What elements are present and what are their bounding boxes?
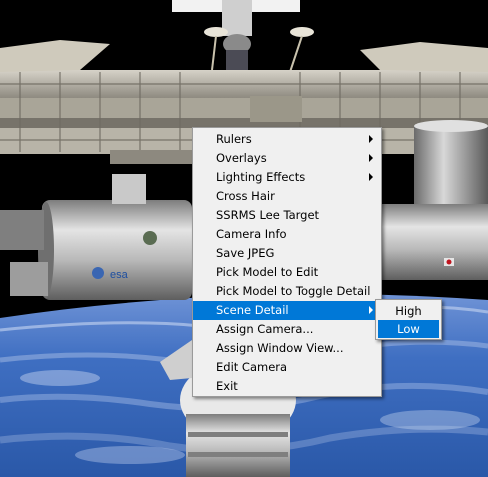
menu-item-label: Lighting Effects [216,170,306,184]
submenu-arrow-icon [369,173,373,181]
esa-logo: esa [110,269,129,281]
menu-item-label: Assign Camera... [216,322,314,336]
menu-item-label: Assign Window View... [216,341,344,355]
menu-item-cross-hair[interactable]: Cross Hair [193,187,381,206]
menu-item-assign-camera[interactable]: Assign Camera... [193,320,381,339]
submenu-item-low[interactable]: Low [378,320,439,338]
scene-detail-submenu: High Low [375,299,442,340]
menu-item-label: SSRMS Lee Target [216,208,320,222]
menu-item-label: Pick Model to Edit [216,265,319,279]
menu-item-label: Save JPEG [216,246,275,260]
menu-item-label: Exit [216,379,238,393]
menu-item-scene-detail[interactable]: Scene Detail [193,301,381,320]
menu-item-label: Camera Info [216,227,287,241]
simulation-viewport[interactable]: esa Rulers Overlays Lighting Effects Cro… [0,0,488,477]
menu-item-ssrms-lee-target[interactable]: SSRMS Lee Target [193,206,381,225]
submenu-arrow-icon [369,306,373,314]
menu-item-camera-info[interactable]: Camera Info [193,225,381,244]
menu-item-label: Overlays [216,151,267,165]
menu-item-label: Scene Detail [216,303,289,317]
menu-item-edit-camera[interactable]: Edit Camera [193,358,381,377]
context-menu: Rulers Overlays Lighting Effects Cross H… [192,127,382,397]
submenu-arrow-icon [369,154,373,162]
menu-item-label: Rulers [216,132,252,146]
menu-item-assign-window-view[interactable]: Assign Window View... [193,339,381,358]
submenu-item-high[interactable]: High [378,302,439,320]
menu-item-label: Cross Hair [216,189,275,203]
menu-item-lighting-effects[interactable]: Lighting Effects [193,168,381,187]
menu-item-save-jpeg[interactable]: Save JPEG [193,244,381,263]
menu-item-overlays[interactable]: Overlays [193,149,381,168]
menu-item-pick-model-to-edit[interactable]: Pick Model to Edit [193,263,381,282]
menu-item-exit[interactable]: Exit [193,377,381,396]
menu-item-rulers[interactable]: Rulers [193,130,381,149]
menu-item-label: Pick Model to Toggle Detail [216,284,371,298]
menu-item-label: Edit Camera [216,360,288,374]
submenu-arrow-icon [369,135,373,143]
menu-item-pick-model-toggle-detail[interactable]: Pick Model to Toggle Detail [193,282,381,301]
